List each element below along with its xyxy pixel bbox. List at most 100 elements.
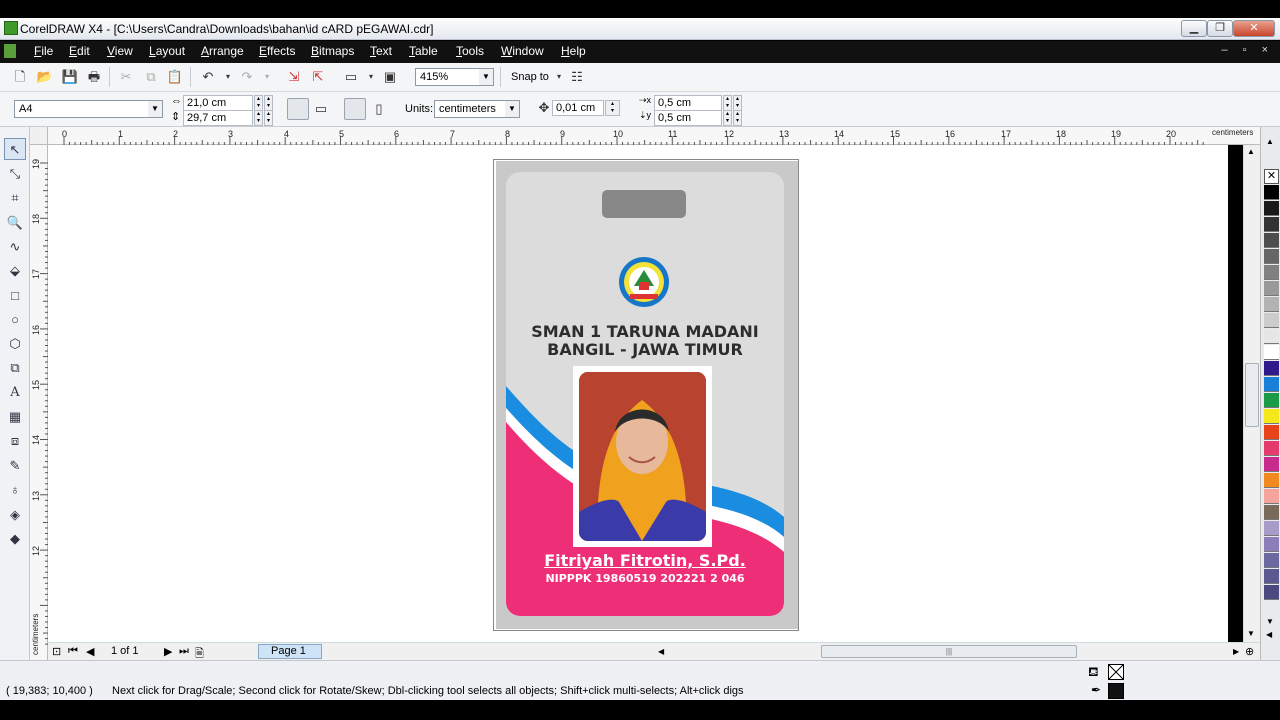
dup-y-spinner-2[interactable]: ▴ ▾ [733,110,742,126]
ruler-origin[interactable] [30,127,48,145]
outline-color-indicator[interactable] [1108,683,1124,699]
menu-tools[interactable]: Tools [456,44,484,58]
minimize-button[interactable]: ▁ [1181,20,1207,37]
redo-icon[interactable]: ↷ [238,68,256,86]
menu-arrange[interactable]: Arrange [201,44,244,58]
close-button[interactable]: ✕ [1233,20,1275,37]
new-document-icon[interactable]: 🗋 [11,68,29,86]
menu-help[interactable]: Help [561,44,586,58]
color-swatch[interactable] [1264,521,1279,536]
scroll-right-icon[interactable]: ▶ [1233,647,1239,656]
color-swatch[interactable] [1264,425,1279,440]
color-swatch[interactable] [1264,201,1279,216]
page-width-field[interactable]: 21,0 cm [183,95,253,111]
scroll-up-icon[interactable]: ▲ [1247,147,1255,156]
color-swatch[interactable] [1264,569,1279,584]
paste-icon[interactable]: 📋 [166,68,184,86]
options-icon[interactable]: ☷ [568,68,586,86]
vertical-scroll-thumb[interactable] [1245,363,1259,427]
units-dropdown[interactable]: centimeters ▼ [434,100,520,118]
nudge-distance-field[interactable]: 0,01 cm [552,100,604,116]
fill-color-indicator[interactable] [1108,664,1124,680]
width-spinner[interactable]: ▴ ▾ [254,95,263,111]
interactive-fill-tool-icon[interactable]: ◆ [4,528,26,550]
color-swatch[interactable] [1264,585,1279,600]
menu-table[interactable]: Table [409,44,438,58]
document-icon[interactable] [4,44,16,58]
color-swatch[interactable] [1264,473,1279,488]
next-page-icon[interactable]: ▶ [164,645,172,658]
color-swatch[interactable] [1264,281,1279,296]
mdi-window-controls[interactable]: – ▫ × [1221,44,1274,56]
rectangle-tool-icon[interactable]: □ [4,285,26,307]
save-icon[interactable]: 💾 [61,68,79,86]
color-swatch[interactable] [1264,361,1279,376]
menu-file[interactable]: File [34,44,53,58]
export-icon[interactable]: ⇱ [309,68,327,86]
height-spinner[interactable]: ▴ ▾ [254,110,263,126]
color-swatch[interactable] [1264,409,1279,424]
dup-x-spinner-2[interactable]: ▴ ▾ [733,95,742,111]
color-swatch[interactable] [1264,297,1279,312]
application-launcher-icon[interactable]: ▭ [342,68,360,86]
color-swatch[interactable] [1264,537,1279,552]
welcome-screen-icon[interactable]: ▣ [381,68,399,86]
basic-shapes-tool-icon[interactable]: ⧉ [4,357,26,379]
color-swatch[interactable] [1264,393,1279,408]
employee-photo[interactable] [579,372,706,541]
fill-tool-icon[interactable]: ◈ [4,504,26,526]
color-swatch[interactable] [1264,185,1279,200]
menu-effects[interactable]: Effects [259,44,295,58]
parallel-dimension-tool-icon[interactable]: ⧈ [4,430,26,452]
zoom-magnifier-icon[interactable]: ⊕ [1245,645,1254,658]
landscape-icon[interactable]: ▭ [312,100,330,118]
palette-expand-icon[interactable]: ◀ [1266,630,1272,639]
text-tool-icon[interactable]: A [4,382,26,404]
color-swatch[interactable] [1264,457,1279,472]
redo-dropdown-icon[interactable]: ▾ [258,68,276,86]
ellipse-tool-icon[interactable]: ○ [4,309,26,331]
first-page-icon[interactable]: ⏮ [68,645,78,658]
color-swatch[interactable] [1264,553,1279,568]
duplicate-y-field[interactable]: 0,5 cm [654,110,722,126]
snap-to-button[interactable]: Snap to [511,71,549,83]
color-swatch[interactable] [1264,441,1279,456]
print-icon[interactable]: 🖶 [85,68,103,86]
vertical-ruler[interactable]: 19 18 17 16 15 14 13 12 centimeters [30,145,48,660]
smart-fill-tool-icon[interactable]: ⬙ [4,260,26,282]
shape-tool-icon[interactable]: ⤡ [4,163,26,185]
all-pages-icon[interactable] [344,98,366,120]
zoom-dropdown[interactable]: 415% ▼ [415,68,494,86]
menu-layout[interactable]: Layout [149,44,185,58]
freehand-tool-icon[interactable]: ∿ [4,236,26,258]
color-swatch[interactable] [1264,249,1279,264]
crop-tool-icon[interactable]: ⌗ [4,187,26,209]
horizontal-ruler[interactable]: 0 1 2 3 4 5 6 7 8 9 10 11 12 13 14 15 16… [48,127,1260,145]
color-swatch[interactable] [1264,329,1279,344]
menu-view[interactable]: View [107,44,133,58]
table-tool-icon[interactable]: ▦ [4,406,26,428]
width-spinner-2[interactable]: ▴ ▾ [264,95,273,111]
height-spinner-2[interactable]: ▴ ▾ [264,110,273,126]
color-swatch[interactable] [1264,233,1279,248]
import-icon[interactable]: ⇲ [285,68,303,86]
vertical-scrollbar[interactable]: ▲ ▼ [1243,145,1260,642]
current-page-icon[interactable]: ▯ [370,100,388,118]
scroll-left-icon[interactable]: ◀ [658,647,664,656]
undo-dropdown-icon[interactable]: ▾ [219,68,237,86]
last-page-icon[interactable]: ⏭ [179,645,189,658]
open-folder-icon[interactable]: 📂 [36,68,54,86]
palette-scroll-up-icon[interactable]: ▲ [1266,137,1274,146]
document-navigator-icon[interactable]: ⊡ [52,645,61,658]
tab-page-1[interactable]: Page 1 [258,644,322,659]
color-swatch[interactable] [1264,489,1279,504]
menu-edit[interactable]: Edit [69,44,90,58]
color-swatch[interactable] [1264,217,1279,232]
eyedropper-tool-icon[interactable]: ✎ [4,455,26,477]
menu-window[interactable]: Window [501,44,544,58]
copy-icon[interactable]: ⧉ [142,68,160,86]
dup-x-spinner[interactable]: ▴ ▾ [723,95,732,111]
paper-size-dropdown[interactable]: A4 ▼ [14,100,163,118]
outline-tool-icon[interactable]: ♁ [4,479,26,501]
undo-icon[interactable]: ↶ [199,68,217,86]
